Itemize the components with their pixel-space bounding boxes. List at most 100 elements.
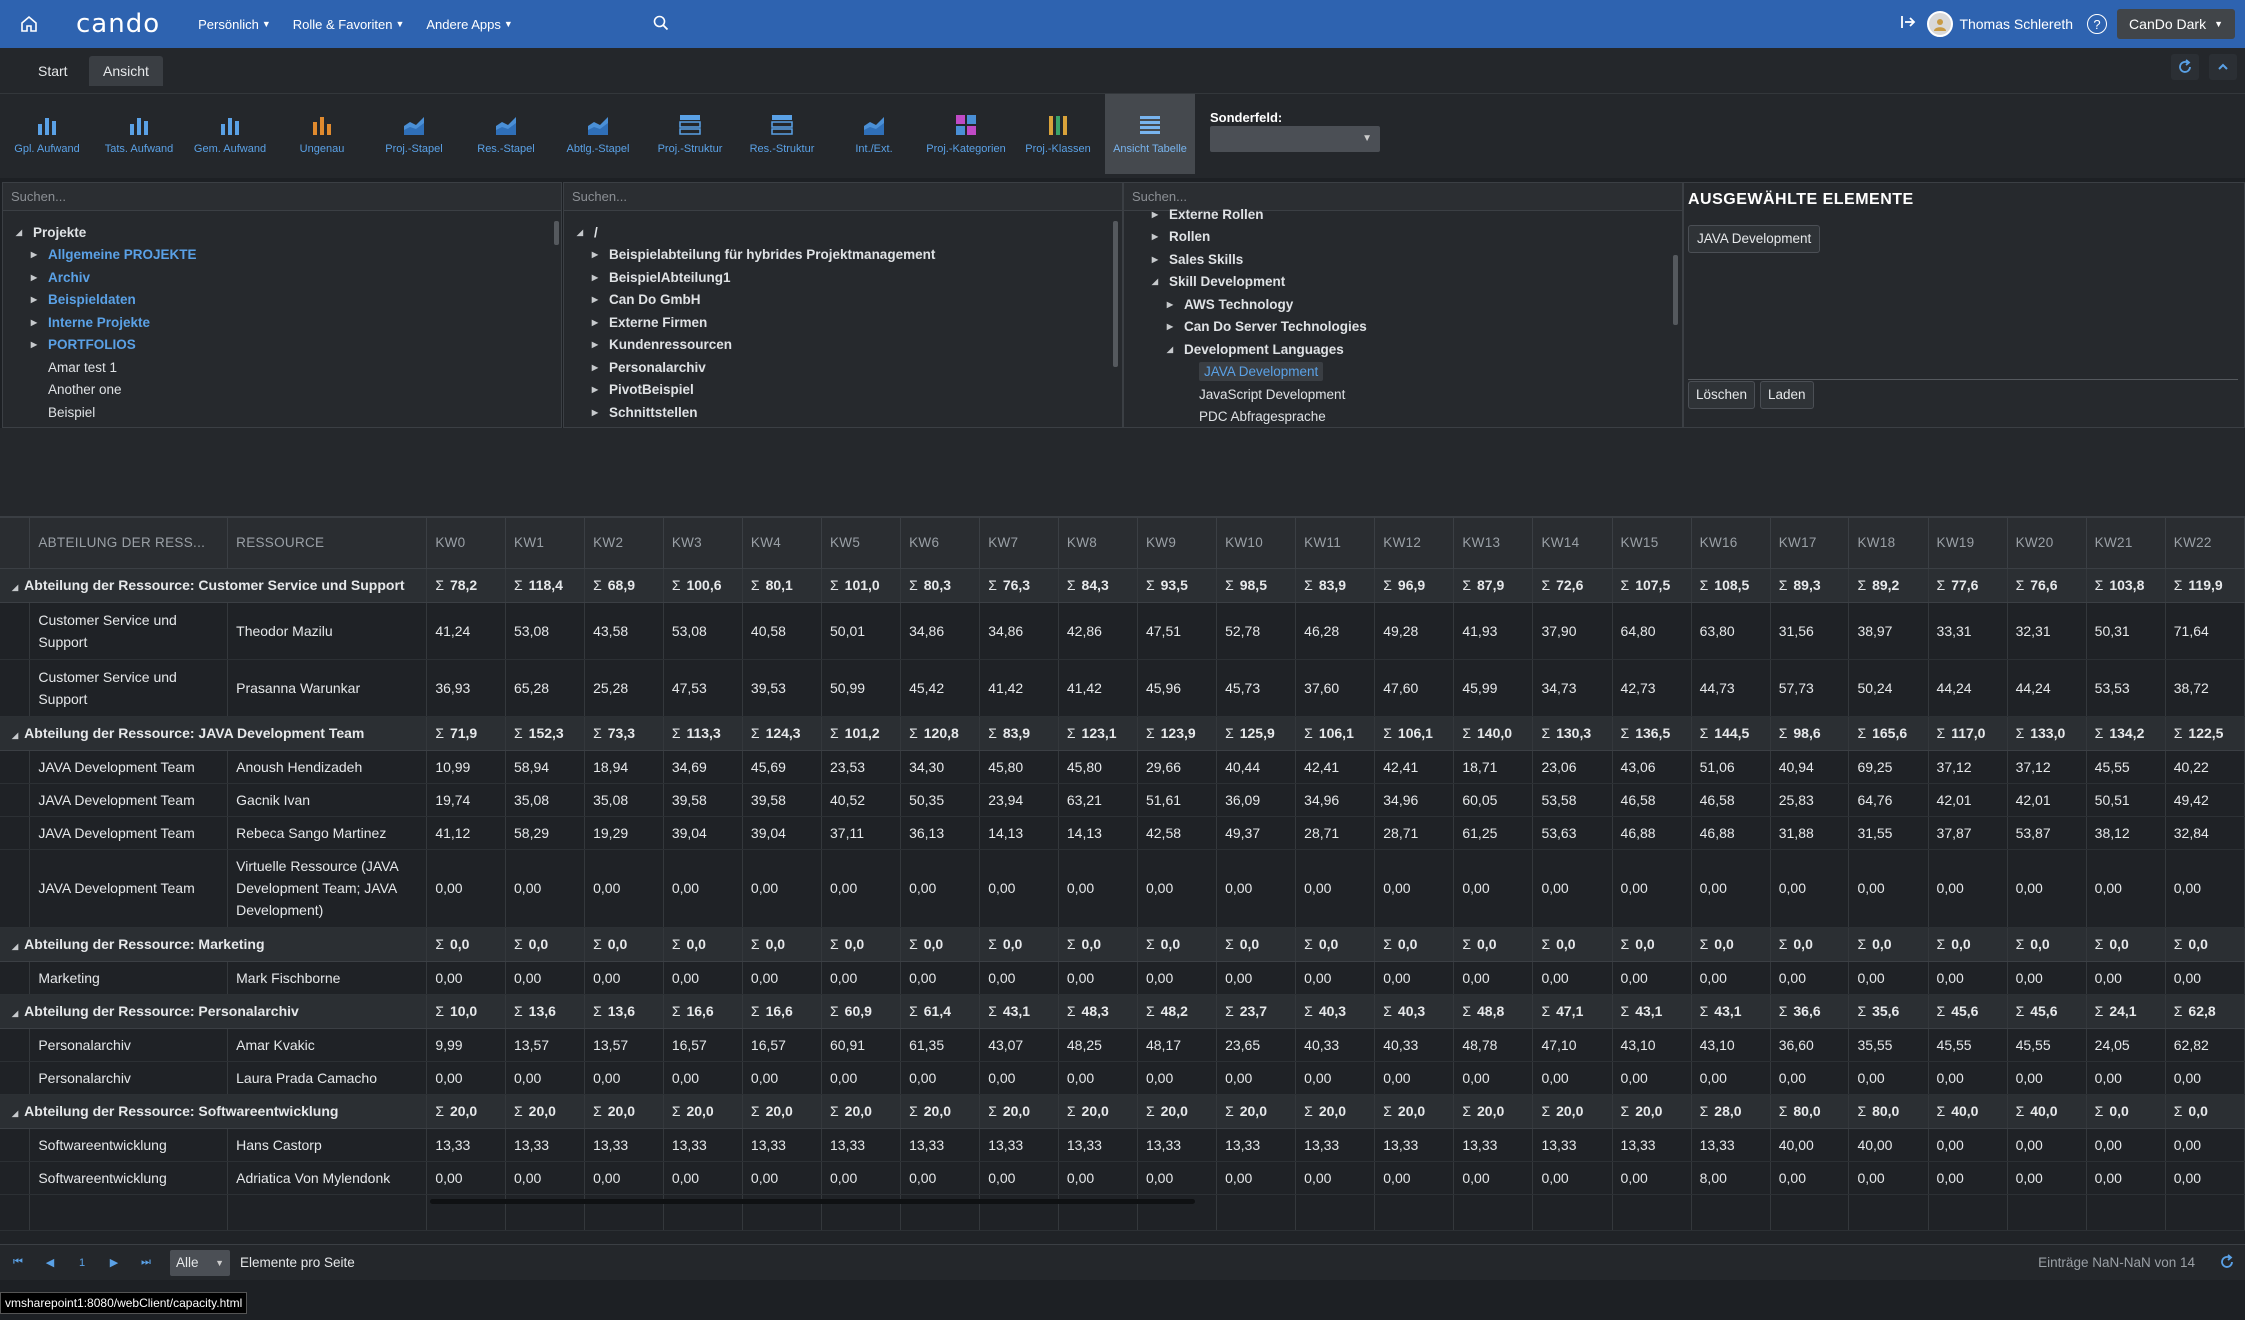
menu-persoenlich[interactable]: Persönlich ▼ (198, 17, 271, 32)
expanded-arrow-icon[interactable]: ◢ (12, 1109, 18, 1118)
collapsed-arrow-icon[interactable]: ▶ (589, 318, 601, 327)
tree-node[interactable]: ▶ PivotBeispiel (564, 379, 1122, 402)
col-header-week[interactable]: KW11 (1295, 518, 1376, 569)
delete-button[interactable]: Löschen (1688, 381, 1756, 409)
menu-andere-apps[interactable]: Andere Apps ▼ (426, 17, 512, 32)
tree-node[interactable]: ▶ Kundenressourcen (564, 334, 1122, 357)
scrollbar[interactable] (1673, 255, 1678, 325)
tree-node[interactable]: ▶ Personalarchiv (564, 356, 1122, 379)
first-page-icon[interactable]: ⏮ (8, 1256, 28, 1269)
menu-rolle-favoriten[interactable]: Rolle & Favoriten ▼ (293, 17, 405, 32)
last-page-icon[interactable]: ⏭ (136, 1256, 156, 1269)
col-header-week[interactable]: KW2 (584, 518, 664, 569)
col-header-resource[interactable]: RESSOURCE (227, 518, 428, 569)
col-header-week[interactable]: KW13 (1453, 518, 1534, 569)
tree-node[interactable]: ◢ Projekte (3, 221, 561, 244)
table-row[interactable]: Softwareentwicklung Hans Castorp 13,33 13,3… (0, 1128, 2245, 1162)
collapsed-arrow-icon[interactable]: ▶ (589, 385, 601, 394)
page-number[interactable]: 1 (72, 1257, 92, 1269)
refresh-icon[interactable] (2219, 1254, 2235, 1273)
table-row[interactable]: Personalarchiv Amar Kvakic 9,99 13,57 13,57 1… (0, 1028, 2245, 1062)
collapsed-arrow-icon[interactable]: ▶ (589, 340, 601, 349)
collapsed-arrow-icon[interactable]: ▶ (28, 295, 40, 304)
collapsed-arrow-icon[interactable]: ▶ (1149, 232, 1161, 241)
col-header-week[interactable]: KW3 (663, 518, 743, 569)
tree-node[interactable]: ◢ Skill Development (1124, 271, 1682, 294)
col-header-week[interactable]: KW20 (2007, 518, 2087, 569)
selected-chip[interactable]: JAVA Development (1688, 225, 1821, 253)
group-row[interactable]: ◢ Abteilung der Ressource: Customer Servi… (0, 568, 2245, 603)
theme-selector[interactable]: CanDo Dark ▼ (2117, 9, 2235, 39)
table-row[interactable]: Softwareentwicklung Adriatica Von Mylendo… (0, 1161, 2245, 1195)
ribbon-button-4[interactable]: Proj.-Stapel (369, 94, 459, 174)
table-row[interactable]: JAVA Development Team Rebeca Sango Martin… (0, 816, 2245, 850)
tree-node[interactable]: ▶ BeispielAbteilung1 (564, 266, 1122, 289)
col-header-week[interactable]: KW8 (1058, 518, 1138, 569)
col-header-week[interactable]: KW6 (900, 518, 981, 569)
refresh-button[interactable] (2171, 54, 2199, 80)
col-header-week[interactable]: KW1 (505, 518, 586, 569)
project-search-input[interactable]: Suchen... (3, 183, 561, 211)
expanded-arrow-icon[interactable]: ◢ (12, 1009, 18, 1018)
tree-node[interactable]: ▶ Can Do GmbH (564, 289, 1122, 312)
tree-node[interactable]: ◢ / (564, 221, 1122, 244)
tree-node[interactable]: ▶ Beispieldaten (3, 289, 561, 312)
scrollbar[interactable] (1113, 221, 1118, 367)
col-header-week[interactable]: KW10 (1216, 518, 1297, 569)
ribbon-button-10[interactable]: Proj.-Kategorien (921, 94, 1011, 174)
prev-page-icon[interactable]: ◀ (40, 1256, 60, 1269)
user-menu[interactable]: Thomas Schlereth (1927, 11, 2073, 37)
tree-node[interactable]: ▶ Rollen (1124, 226, 1682, 249)
ribbon-button-1[interactable]: Tats. Aufwand (94, 94, 184, 174)
tree-node[interactable]: JAVA Development (1124, 361, 1682, 384)
col-header-week[interactable]: KW7 (979, 518, 1059, 569)
collapsed-arrow-icon[interactable]: ▶ (1149, 255, 1161, 264)
col-header-department[interactable]: ABTEILUNG DER RESS... (29, 518, 229, 569)
next-page-icon[interactable]: ▶ (104, 1256, 124, 1269)
collapsed-arrow-icon[interactable]: ▶ (589, 273, 601, 282)
expanded-arrow-icon[interactable]: ◢ (12, 583, 18, 592)
col-header-week[interactable]: KW19 (1928, 518, 2008, 569)
col-header-week[interactable]: KW9 (1137, 518, 1218, 569)
ribbon-button-2[interactable]: Gem. Aufwand (185, 94, 275, 174)
tree-node[interactable]: PDC Abfragesprache (1124, 406, 1682, 428)
tree-node[interactable]: ▶ Allgemeine PROJEKTE (3, 244, 561, 267)
tree-node[interactable]: ▶ PORTFOLIOS (3, 334, 561, 357)
collapsed-arrow-icon[interactable]: ▶ (589, 295, 601, 304)
sonderfeld-select[interactable]: ▼ (1210, 126, 1380, 152)
col-header-week[interactable]: KW22 (2165, 518, 2245, 569)
tree-node[interactable]: Another one (3, 379, 561, 402)
ribbon-button-7[interactable]: Proj.-Struktur (645, 94, 735, 174)
search-icon[interactable] (652, 14, 670, 37)
col-header-week[interactable]: KW21 (2086, 518, 2166, 569)
tree-node[interactable]: ◢ Development Languages (1124, 338, 1682, 361)
ribbon-button-5[interactable]: Res.-Stapel (461, 94, 551, 174)
group-row[interactable]: ◢ Abteilung der Ressource: JAVA Developme… (0, 716, 2245, 751)
expanded-arrow-icon[interactable]: ◢ (12, 942, 18, 951)
tree-node[interactable]: ▶ Interne Projekte (3, 311, 561, 334)
col-header-week[interactable]: KW12 (1374, 518, 1455, 569)
tree-node[interactable]: ▶ Archiv (3, 266, 561, 289)
col-header-week[interactable]: KW4 (742, 518, 823, 569)
tree-node[interactable]: ▶ Externe Firmen (564, 311, 1122, 334)
col-header-week[interactable]: KW14 (1532, 518, 1613, 569)
table-row[interactable]: Personalarchiv Laura Prada Camacho 0,00 0,0… (0, 1061, 2245, 1095)
ribbon-button-11[interactable]: Proj.-Klassen (1013, 94, 1103, 174)
department-search-input[interactable]: Suchen... (564, 183, 1122, 211)
ribbon-button-12[interactable]: Ansicht Tabelle (1105, 94, 1195, 174)
ribbon-button-9[interactable]: Int./Ext. (829, 94, 919, 174)
table-row[interactable]: Customer Service und Support Theodor Mazi… (0, 602, 2245, 660)
scrollbar[interactable] (554, 221, 559, 245)
page-size-select[interactable]: Alle ▼ (170, 1249, 230, 1276)
cando-logo[interactable]: cando (76, 9, 160, 39)
collapsed-arrow-icon[interactable]: ▶ (28, 250, 40, 259)
collapsed-arrow-icon[interactable]: ▶ (1164, 300, 1176, 309)
expanded-arrow-icon[interactable]: ◢ (1164, 345, 1176, 354)
col-header-week[interactable]: KW0 (426, 518, 507, 569)
collapsed-arrow-icon[interactable]: ▶ (589, 363, 601, 372)
tree-node[interactable]: ▶ Beispielabteilung für hybrides Projektm… (564, 244, 1122, 267)
collapsed-arrow-icon[interactable]: ▶ (28, 318, 40, 327)
table-row[interactable]: Marketing Mark Fischborne 0,00 0,00 0,00 0,00… (0, 961, 2245, 995)
logout-arrow-icon[interactable] (1899, 13, 1917, 36)
group-row[interactable]: ◢ Abteilung der Ressource: Softwareentwic… (0, 1094, 2245, 1129)
